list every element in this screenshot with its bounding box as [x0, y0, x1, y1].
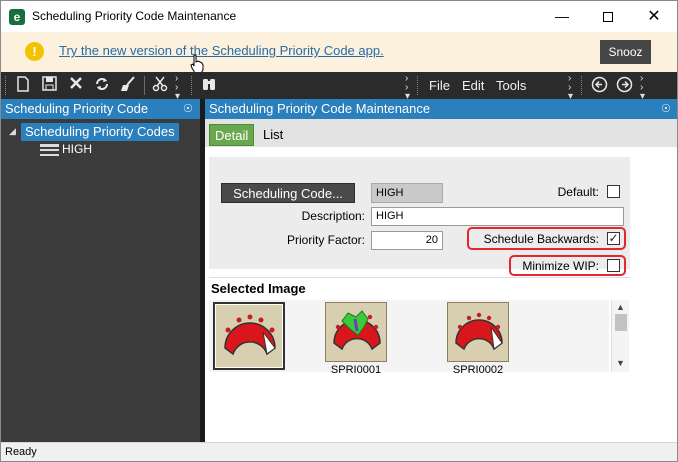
app-window: e Scheduling Priority Code Maintenance —…	[0, 0, 678, 462]
minimize-wip-checkbox[interactable]	[607, 259, 620, 272]
scheduling-code-field: HIGH	[371, 183, 443, 203]
default-checkbox[interactable]	[607, 185, 620, 198]
tab-detail[interactable]: Detail	[209, 124, 255, 146]
toolbar-grip[interactable]	[417, 76, 420, 95]
toolbar-grip[interactable]	[191, 76, 194, 95]
menu-file[interactable]: File	[429, 78, 450, 93]
image-caption-spri0002: SPRI0002	[452, 364, 504, 376]
tree-child-item[interactable]: HIGH	[62, 142, 92, 156]
tree-panel-title: Scheduling Priority Code	[5, 101, 149, 116]
try-new-version-link[interactable]: Try the new version of the Scheduling Pr…	[59, 43, 384, 58]
pin-icon[interactable]: ☉	[183, 99, 193, 119]
toolbar-grip[interactable]	[5, 76, 8, 95]
gauge-icon	[224, 314, 276, 356]
cut-icon[interactable]	[151, 76, 169, 94]
priority-factor-input[interactable]: 20	[371, 231, 443, 250]
gauge-icon	[455, 312, 503, 351]
tab-list[interactable]: List	[258, 124, 288, 146]
gauge-icon	[333, 310, 381, 351]
notification-bar: ! Try the new version of the Scheduling …	[1, 32, 677, 72]
image-gallery: SPRI0001 SPRI0002	[209, 300, 609, 376]
image-tile-spri0001[interactable]	[325, 302, 387, 362]
detail-panel-header: Scheduling Priority Code Maintenance	[205, 99, 677, 119]
close-button[interactable]: ✕	[631, 1, 677, 32]
default-label: Default:	[557, 185, 599, 199]
image-scrollbar[interactable]: ▲ ▼	[611, 300, 629, 372]
form-fields-group: Scheduling Code... HIGH Default: Descrip…	[209, 157, 630, 276]
save-icon[interactable]	[40, 76, 58, 94]
detail-form: Scheduling Code... HIGH Default: Descrip…	[205, 147, 677, 442]
back-icon[interactable]	[590, 76, 608, 94]
tree-expand-icon[interactable]: ◢	[9, 126, 16, 137]
minimize-button[interactable]: —	[539, 1, 585, 32]
toolbar-overflow-icon[interactable]: › › ▾	[568, 74, 573, 102]
selected-image-section: Selected Image SPRI0001 SPRI0002 ▲ ▼	[209, 277, 630, 376]
tree-panel: Scheduling Priority Code ☉ ◢ Scheduling …	[1, 99, 200, 442]
selected-image-title: Selected Image	[211, 281, 306, 296]
new-icon[interactable]	[14, 76, 32, 94]
priority-factor-label: Priority Factor:	[286, 233, 365, 247]
scroll-up-icon[interactable]: ▲	[616, 302, 625, 312]
image-tile-spri0002[interactable]	[447, 302, 509, 362]
maximize-icon	[603, 12, 613, 23]
toolbar-overflow-icon[interactable]: › › ▾	[640, 74, 645, 102]
schedule-backwards-label: Schedule Backwards:	[483, 232, 599, 246]
toolbar-grip[interactable]	[581, 76, 584, 95]
title-bar: e Scheduling Priority Code Maintenance —…	[1, 1, 677, 32]
image-caption-spri0001: SPRI0001	[330, 364, 382, 376]
scheduling-code-button[interactable]: Scheduling Code...	[221, 183, 355, 203]
app-logo-icon: e	[9, 9, 25, 25]
info-icon: !	[25, 42, 44, 61]
clear-icon[interactable]	[119, 76, 137, 94]
menu-edit[interactable]: Edit	[462, 78, 484, 93]
minimize-wip-label: Minimize WIP:	[522, 259, 599, 273]
window-title: Scheduling Priority Code Maintenance	[32, 9, 237, 23]
status-text: Ready	[5, 446, 37, 458]
hand-cursor-icon	[190, 54, 204, 74]
main-toolbar: › › ▾ › › ▾ File Edit Tools › › ▾ › › ▾	[1, 72, 677, 102]
forward-icon[interactable]	[615, 76, 633, 94]
refresh-icon[interactable]	[93, 76, 111, 94]
tree-panel-header: Scheduling Priority Code	[1, 99, 200, 119]
tab-bar: Detail List	[205, 119, 677, 147]
snooze-button[interactable]: Snooz	[600, 40, 651, 64]
tree-root-item[interactable]: Scheduling Priority Codes	[21, 123, 179, 141]
toolbar-overflow-icon[interactable]: › › ▾	[405, 74, 410, 102]
folder-icon	[40, 144, 59, 156]
delete-icon[interactable]	[67, 76, 85, 94]
detail-panel-title: Scheduling Priority Code Maintenance	[209, 101, 431, 116]
scroll-down-icon[interactable]: ▼	[616, 358, 625, 368]
image-tile-selected[interactable]	[213, 302, 285, 370]
menu-tools[interactable]: Tools	[496, 78, 526, 93]
description-input[interactable]: HIGH	[371, 207, 624, 226]
scroll-thumb[interactable]	[615, 314, 627, 331]
description-label: Description:	[301, 209, 365, 223]
pin-icon[interactable]: ☉	[661, 99, 671, 119]
binoculars-icon[interactable]	[200, 76, 218, 94]
detail-panel: Scheduling Priority Code Maintenance ☉ D…	[205, 99, 677, 442]
status-bar: Ready	[1, 442, 677, 461]
schedule-backwards-checkbox[interactable]: ✓	[607, 232, 620, 245]
maximize-button[interactable]	[585, 1, 631, 32]
toolbar-overflow-icon[interactable]: › › ▾	[175, 74, 180, 102]
toolbar-separator	[144, 76, 145, 95]
